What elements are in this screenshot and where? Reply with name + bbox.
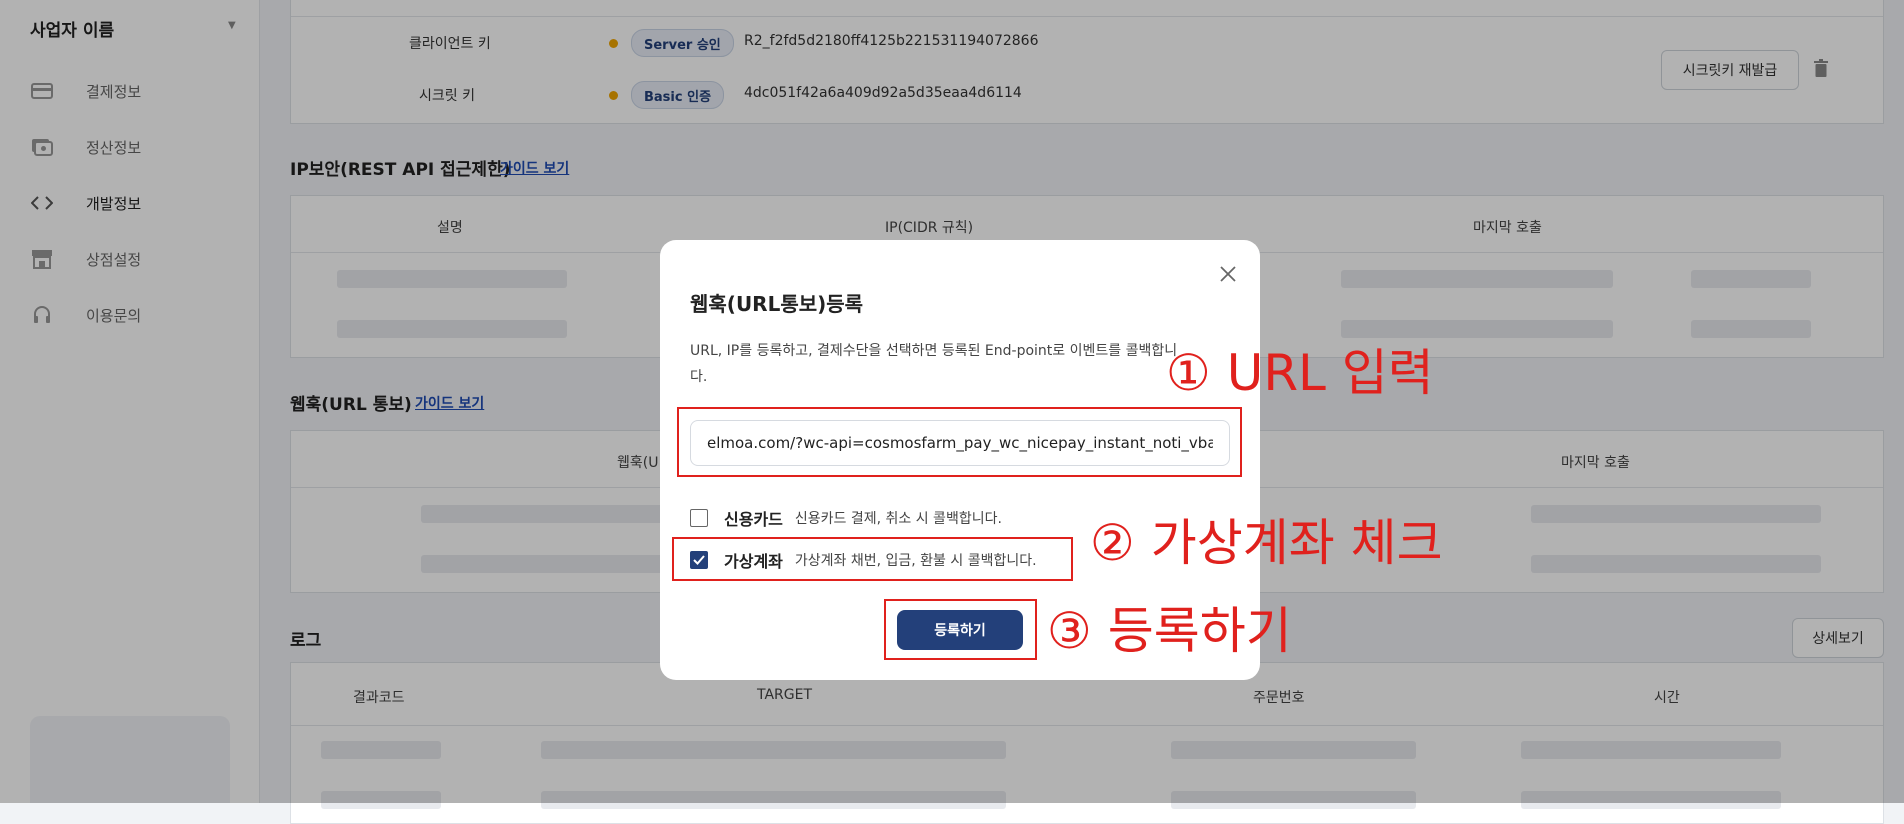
credit-card-option[interactable]: 신용카드 신용카드 결제, 취소 시 콜백합니다. <box>690 506 1002 530</box>
credit-card-checkbox[interactable] <box>690 509 708 527</box>
annotation-box-virtual-account <box>672 537 1073 581</box>
annotation-step3: ③ 등록하기 <box>1047 602 1292 660</box>
option-description: 신용카드 결제, 취소 시 콜백합니다. <box>794 511 1002 527</box>
modal-description: URL, IP를 등록하고, 결제수단을 선택하면 등록된 End-point로… <box>690 343 1178 385</box>
annotation-box-register <box>884 599 1037 660</box>
modal-title: 웹훅(URL통보)등록 <box>690 292 864 316</box>
annotation-step1: ① URL 입력 <box>1166 344 1434 402</box>
annotation-step2: ② 가상계좌 체크 <box>1090 514 1443 572</box>
annotation-box-url <box>677 407 1242 477</box>
option-title: 신용카드 <box>724 510 783 529</box>
close-icon[interactable] <box>1214 260 1242 288</box>
